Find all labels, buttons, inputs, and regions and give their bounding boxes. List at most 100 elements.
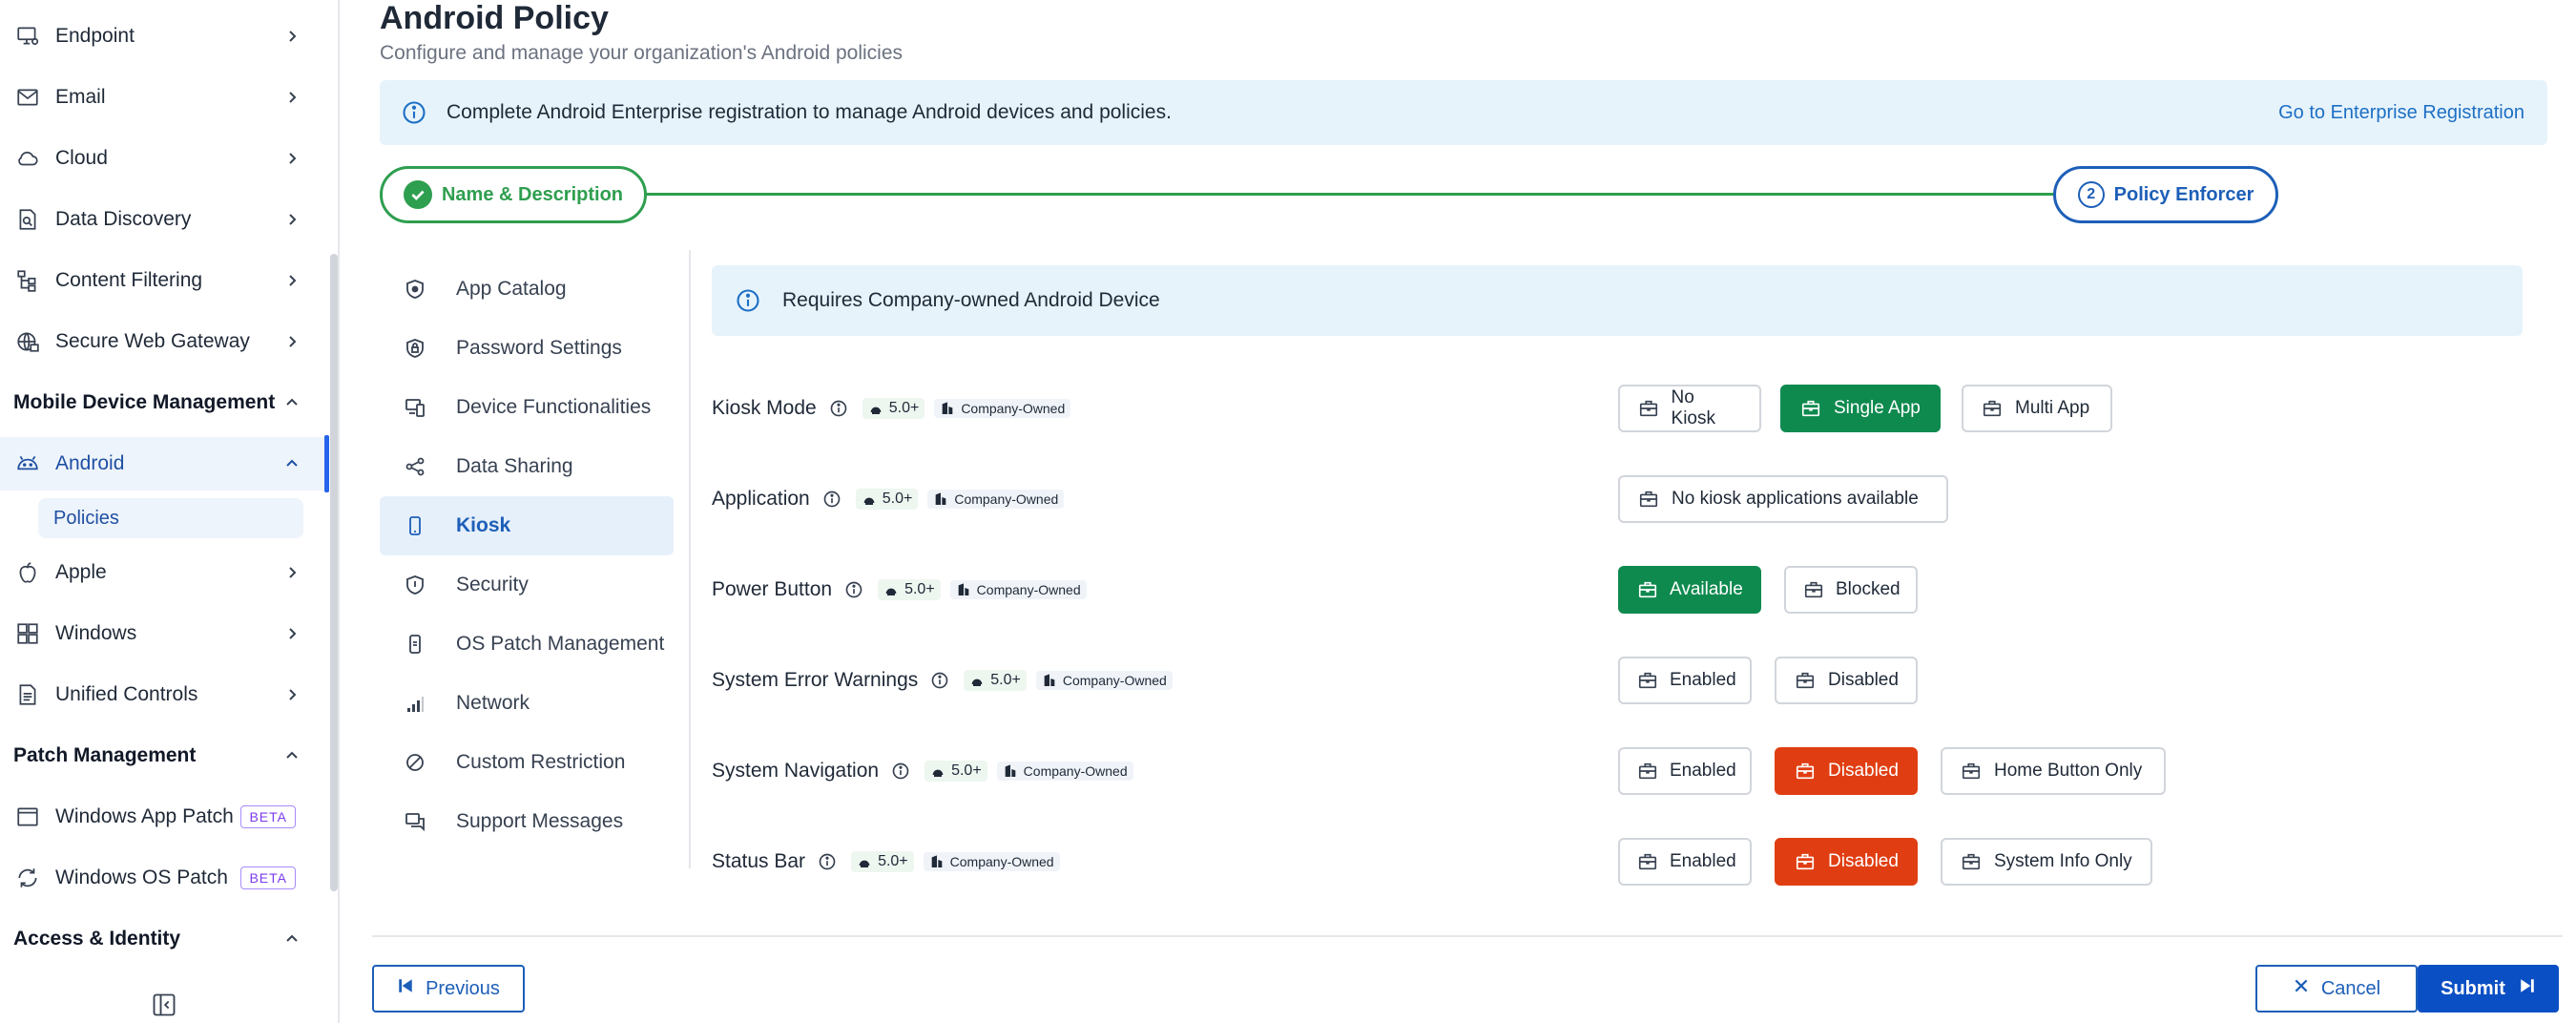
section-label: Mobile Device Management	[13, 391, 276, 413]
info-circle-icon[interactable]	[843, 579, 864, 600]
option-enabled[interactable]: Enabled	[1618, 657, 1752, 704]
option-disabled[interactable]: Disabled	[1775, 838, 1918, 886]
ownership-text: Company-Owned	[961, 401, 1066, 416]
sidebar-item-label: Android	[55, 452, 125, 474]
ownership-text: Company-Owned	[954, 491, 1059, 507]
menu-item-password-settings[interactable]: Password Settings	[380, 319, 674, 378]
app-window-icon	[13, 803, 42, 831]
option-enabled[interactable]: Enabled	[1618, 838, 1752, 886]
chevron-right-icon	[279, 328, 305, 355]
collapse-sidebar-button[interactable]	[149, 992, 179, 1021]
cloud-icon	[13, 144, 42, 173]
option-label: Multi App	[2015, 398, 2090, 418]
chevron-right-icon	[279, 267, 305, 294]
mail-icon	[13, 83, 42, 112]
briefcase-icon	[1637, 669, 1658, 692]
menu-item-custom-restriction[interactable]: Custom Restriction	[380, 733, 674, 792]
info-circle-icon[interactable]	[890, 761, 911, 782]
section-access-identity[interactable]: Access & Identity	[0, 912, 324, 966]
option-disabled[interactable]: Disabled	[1775, 747, 1918, 795]
sidebar-item-unified-controls[interactable]: Unified Controls	[0, 668, 324, 721]
sidebar-item-windows-app-patch[interactable]: Windows App Patch BETA	[0, 790, 324, 844]
info-circle-icon[interactable]	[821, 489, 842, 510]
setting-kiosk-mode: Kiosk Mode 5.0+ Company-Owned	[712, 389, 1080, 428]
menu-item-label: Network	[456, 692, 530, 714]
info-circle-icon[interactable]	[828, 398, 849, 419]
sidebar-item-label: Windows App Patch	[55, 805, 234, 827]
briefcase-icon	[1794, 760, 1817, 783]
close-icon	[2293, 977, 2321, 1000]
menu-item-kiosk[interactable]: Kiosk	[380, 496, 674, 555]
setting-label: Application	[712, 488, 810, 510]
briefcase-icon	[1637, 488, 1660, 511]
setting-application: Application 5.0+ Company-Owned	[712, 480, 1073, 518]
briefcase-icon	[1637, 578, 1658, 601]
option-disabled[interactable]: Disabled	[1775, 657, 1918, 704]
sidebar-item-label: Windows OS Patch	[55, 866, 228, 888]
sidebar-item-windows[interactable]: Windows	[0, 607, 324, 660]
ownership-text: Company-Owned	[949, 854, 1054, 869]
section-patch-management[interactable]: Patch Management	[0, 729, 324, 783]
menu-item-label: Password Settings	[456, 337, 622, 359]
sidebar-item-android[interactable]: Android	[0, 437, 324, 491]
sidebar-item-data-discovery[interactable]: Data Discovery	[0, 193, 324, 246]
option-single-app[interactable]: Single App	[1780, 385, 1941, 432]
section-mobile-device-management[interactable]: Mobile Device Management	[0, 376, 324, 429]
requirement-banner: Requires Company-owned Android Device	[712, 265, 2523, 336]
option-no-kiosk-applications[interactable]: No kiosk applications available	[1618, 475, 1948, 523]
sidebar-item-cloud[interactable]: Cloud	[0, 132, 324, 185]
sidebar-item-label: Apple	[55, 561, 107, 583]
step-name-description[interactable]: Name & Description	[380, 166, 647, 223]
menu-item-data-sharing[interactable]: Data Sharing	[380, 437, 674, 496]
briefcase-icon	[1960, 850, 1983, 873]
option-label: Single App	[1834, 398, 1921, 418]
chevron-right-icon	[279, 559, 305, 586]
option-available[interactable]: Available	[1618, 566, 1761, 614]
ownership-tag: Company-Owned	[1035, 671, 1173, 690]
sidebar-scrollbar[interactable]	[330, 254, 338, 891]
sidebar-item-label: Email	[55, 86, 106, 108]
menu-item-device-functionalities[interactable]: Device Functionalities	[380, 378, 674, 437]
option-label: No kiosk applications available	[1672, 489, 1919, 509]
briefcase-icon	[1794, 669, 1817, 692]
chat-icon	[403, 809, 427, 834]
option-system-info-only[interactable]: System Info Only	[1941, 838, 2152, 886]
chevron-right-icon	[279, 84, 305, 111]
option-home-button-only[interactable]: Home Button Only	[1941, 747, 2166, 795]
menu-item-app-catalog[interactable]: App Catalog	[380, 260, 674, 319]
enterprise-registration-link[interactable]: Go to Enterprise Registration	[2278, 102, 2524, 124]
submit-label: Submit	[2441, 977, 2505, 999]
menu-item-label: OS Patch Management	[456, 633, 665, 655]
ownership-text: Company-Owned	[1023, 763, 1128, 779]
sidebar-item-secure-web-gateway[interactable]: Secure Web Gateway	[0, 315, 324, 368]
sidebar-subitem-policies[interactable]: Policies	[38, 498, 303, 538]
option-enabled[interactable]: Enabled	[1618, 747, 1752, 795]
windows-icon	[13, 619, 42, 648]
menu-divider	[689, 250, 691, 868]
shield-icon	[403, 573, 427, 597]
option-label: Home Button Only	[1994, 761, 2143, 781]
submit-button[interactable]: Submit	[2418, 965, 2559, 1013]
sidebar-item-endpoint[interactable]: Endpoint	[0, 10, 324, 63]
sidebar-item-apple[interactable]: Apple	[0, 546, 324, 599]
globe-lock-icon	[13, 327, 42, 356]
sidebar-item-windows-os-patch[interactable]: Windows OS Patch BETA	[0, 851, 324, 905]
menu-item-network[interactable]: Network	[380, 674, 674, 733]
previous-button[interactable]: Previous	[372, 965, 525, 1013]
step-policy-enforcer[interactable]: 2 Policy Enforcer	[2053, 166, 2278, 223]
refresh-icon	[13, 864, 42, 892]
sidebar-item-email[interactable]: Email	[0, 71, 324, 124]
option-multi-app[interactable]: Multi App	[1962, 385, 2112, 432]
info-circle-icon[interactable]	[817, 851, 838, 872]
skip-previous-icon	[397, 977, 426, 1000]
option-no-kiosk[interactable]: No Kiosk	[1618, 385, 1761, 432]
briefcase-icon	[1799, 397, 1822, 420]
menu-item-support-messages[interactable]: Support Messages	[380, 792, 674, 851]
cancel-button[interactable]: Cancel	[2255, 965, 2418, 1013]
sidebar-item-content-filtering[interactable]: Content Filtering	[0, 254, 324, 307]
info-circle-icon[interactable]	[929, 670, 950, 691]
menu-item-os-patch-management[interactable]: OS Patch Management	[380, 615, 674, 674]
step-number: 2	[2077, 181, 2105, 208]
option-blocked[interactable]: Blocked	[1784, 566, 1918, 614]
menu-item-security[interactable]: Security	[380, 555, 674, 615]
